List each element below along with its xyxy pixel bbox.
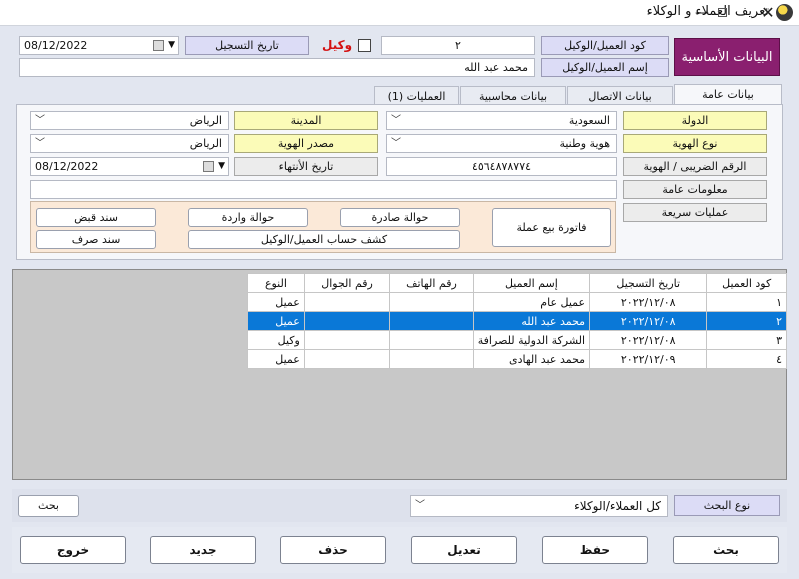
- table-row-selected[interactable]: ٢ ٢٠٢٢/١٢/٠٨ محمد عبد الله عميل: [247, 311, 787, 331]
- clients-grid: كود العميل تاريخ التسجيل إسم العميل رقم …: [12, 269, 787, 480]
- cell-date: ٢٠٢٢/١٢/٠٨: [589, 311, 708, 331]
- clients-table: كود العميل تاريخ التسجيل إسم العميل رقم …: [247, 273, 787, 369]
- country-label: الدولة: [623, 111, 767, 130]
- maximize-button[interactable]: [700, 0, 744, 26]
- cell-date: ٢٠٢٢/١٢/٠٨: [589, 292, 708, 312]
- client-code-field[interactable]: ٢: [381, 36, 535, 55]
- receipt-voucher-button[interactable]: سند قبض: [36, 208, 156, 227]
- chevron-down-icon: ▼: [218, 161, 225, 171]
- search-type-label: نوع البحث: [674, 495, 780, 516]
- table-row[interactable]: ٤ ٢٠٢٢/١٢/٠٩ محمد عبد الهادى عميل: [247, 349, 787, 369]
- search-type-select[interactable]: كل العملاء/الوكلاء ﹀: [410, 495, 668, 517]
- table-row[interactable]: ٣ ٢٠٢٢/١٢/٠٨ الشركة الدولية للصرافة وكيل: [247, 330, 787, 350]
- registration-date-value: 08/12/2022: [24, 39, 88, 52]
- city-select[interactable]: الرياض ﹀: [30, 111, 229, 130]
- cell-mobile: [303, 330, 391, 350]
- registration-date-picker[interactable]: 08/12/2022 ▼: [19, 36, 179, 55]
- edit-button[interactable]: تعديل: [411, 536, 517, 564]
- calendar-icon: [153, 40, 164, 51]
- expiry-date-label: تاريخ الأنتهاء: [234, 157, 378, 176]
- payment-voucher-button[interactable]: سند صرف: [36, 230, 156, 249]
- country-select[interactable]: السعودية ﹀: [386, 111, 617, 130]
- city-label: المدينة: [234, 111, 378, 130]
- cell-phone: [389, 330, 474, 350]
- delete-button[interactable]: حذف: [280, 536, 386, 564]
- table-header-row: كود العميل تاريخ التسجيل إسم العميل رقم …: [247, 273, 787, 293]
- calendar-icon: [203, 161, 214, 172]
- general-info-label: معلومات عامة: [623, 180, 767, 199]
- id-source-value: الرياض: [189, 137, 222, 150]
- chevron-down-icon: ﹀: [391, 115, 401, 126]
- title-bar: تعريف العملاء و الوكلاء — ✕: [0, 0, 799, 26]
- chevron-down-icon: ﹀: [415, 500, 425, 511]
- cell-phone: [389, 311, 474, 331]
- cell-phone: [389, 349, 474, 369]
- general-info-field[interactable]: [30, 180, 617, 199]
- main-window: تعريف العملاء و الوكلاء — ✕ البيانات الأ…: [0, 0, 799, 579]
- column-header[interactable]: إسم العميل: [472, 273, 591, 293]
- expiry-date-picker[interactable]: 08/12/2022 ▼: [30, 157, 229, 176]
- cell-type: عميل: [247, 292, 305, 312]
- cell-mobile: [303, 311, 391, 331]
- cell-type: عميل: [247, 311, 305, 331]
- agent-checkbox[interactable]: [358, 39, 371, 52]
- chevron-down-icon: ﹀: [391, 138, 401, 149]
- registration-date-label: تاريخ التسجيل: [185, 36, 309, 55]
- cell-date: ٢٠٢٢/١٢/٠٨: [589, 330, 708, 350]
- column-header[interactable]: النوع: [247, 273, 305, 293]
- tax-number-field[interactable]: ٤٥٦٤٨٧٨٧٧٤: [386, 157, 617, 176]
- incoming-transfer-button[interactable]: حوالة واردة: [188, 208, 308, 227]
- currency-sale-invoice-button[interactable]: فاتورة بيع عملة: [492, 208, 611, 247]
- cell-code: ١: [706, 292, 787, 312]
- save-button[interactable]: حفظ: [542, 536, 648, 564]
- quick-operations-label: عمليات سريعة: [623, 203, 767, 222]
- column-header[interactable]: رقم الجوال: [303, 273, 391, 293]
- cell-code: ٣: [706, 330, 787, 350]
- outgoing-transfer-button[interactable]: حوالة صادرة: [340, 208, 460, 227]
- expiry-date-value: 08/12/2022: [35, 160, 99, 173]
- agent-checkbox-label: وكيل: [322, 38, 353, 52]
- find-button[interactable]: بحث: [673, 536, 779, 564]
- account-statement-button[interactable]: كشف حساب العميل/الوكيل: [188, 230, 460, 249]
- id-source-select[interactable]: الرياض ﹀: [30, 134, 229, 153]
- cell-name: الشركة الدولية للصرافة: [472, 330, 591, 350]
- cell-name: عميل عام: [472, 292, 591, 312]
- id-source-label: مصدر الهوية: [234, 134, 378, 153]
- id-type-value: هوية وطنية: [559, 137, 610, 150]
- country-value: السعودية: [568, 114, 610, 127]
- cell-code: ٤: [706, 349, 787, 369]
- client-name-field[interactable]: محمد عبد الله: [19, 58, 535, 77]
- city-value: الرياض: [189, 114, 222, 127]
- exit-button[interactable]: خروج: [20, 536, 126, 564]
- action-bar: بحث حفظ تعديل حذف جديد خروج: [12, 527, 787, 573]
- close-button[interactable]: ✕: [746, 0, 790, 26]
- client-name-label: إسم العميل/الوكيل: [541, 58, 669, 77]
- column-header[interactable]: تاريخ التسجيل: [589, 273, 708, 293]
- chevron-down-icon: ﹀: [35, 138, 45, 149]
- cell-phone: [389, 292, 474, 312]
- cell-date: ٢٠٢٢/١٢/٠٩: [589, 349, 708, 369]
- cell-type: وكيل: [247, 330, 305, 350]
- id-type-select[interactable]: هوية وطنية ﹀: [386, 134, 617, 153]
- search-type-value: كل العملاء/الوكلاء: [574, 499, 661, 513]
- column-header[interactable]: كود العميل: [706, 273, 787, 293]
- basic-data-section-tag: البيانات الأساسية: [674, 38, 780, 76]
- chevron-down-icon: ﹀: [35, 115, 45, 126]
- search-button[interactable]: بحث: [18, 495, 79, 517]
- id-type-label: نوع الهوية: [623, 134, 767, 153]
- cell-name: محمد عبد الله: [472, 311, 591, 331]
- cell-code: ٢: [706, 311, 787, 331]
- new-button[interactable]: جديد: [150, 536, 256, 564]
- cell-type: عميل: [247, 349, 305, 369]
- cell-name: محمد عبد الهادى: [472, 349, 591, 369]
- column-header[interactable]: رقم الهاتف: [389, 273, 474, 293]
- chevron-down-icon: ▼: [168, 40, 175, 50]
- search-bar: [12, 489, 787, 522]
- maximize-icon: [717, 8, 727, 17]
- cell-mobile: [303, 292, 391, 312]
- tax-number-label: الرقم الضريبى / الهوية: [623, 157, 767, 176]
- table-row[interactable]: ١ ٢٠٢٢/١٢/٠٨ عميل عام عميل: [247, 292, 787, 312]
- client-code-label: كود العميل/الوكيل: [541, 36, 669, 55]
- cell-mobile: [303, 349, 391, 369]
